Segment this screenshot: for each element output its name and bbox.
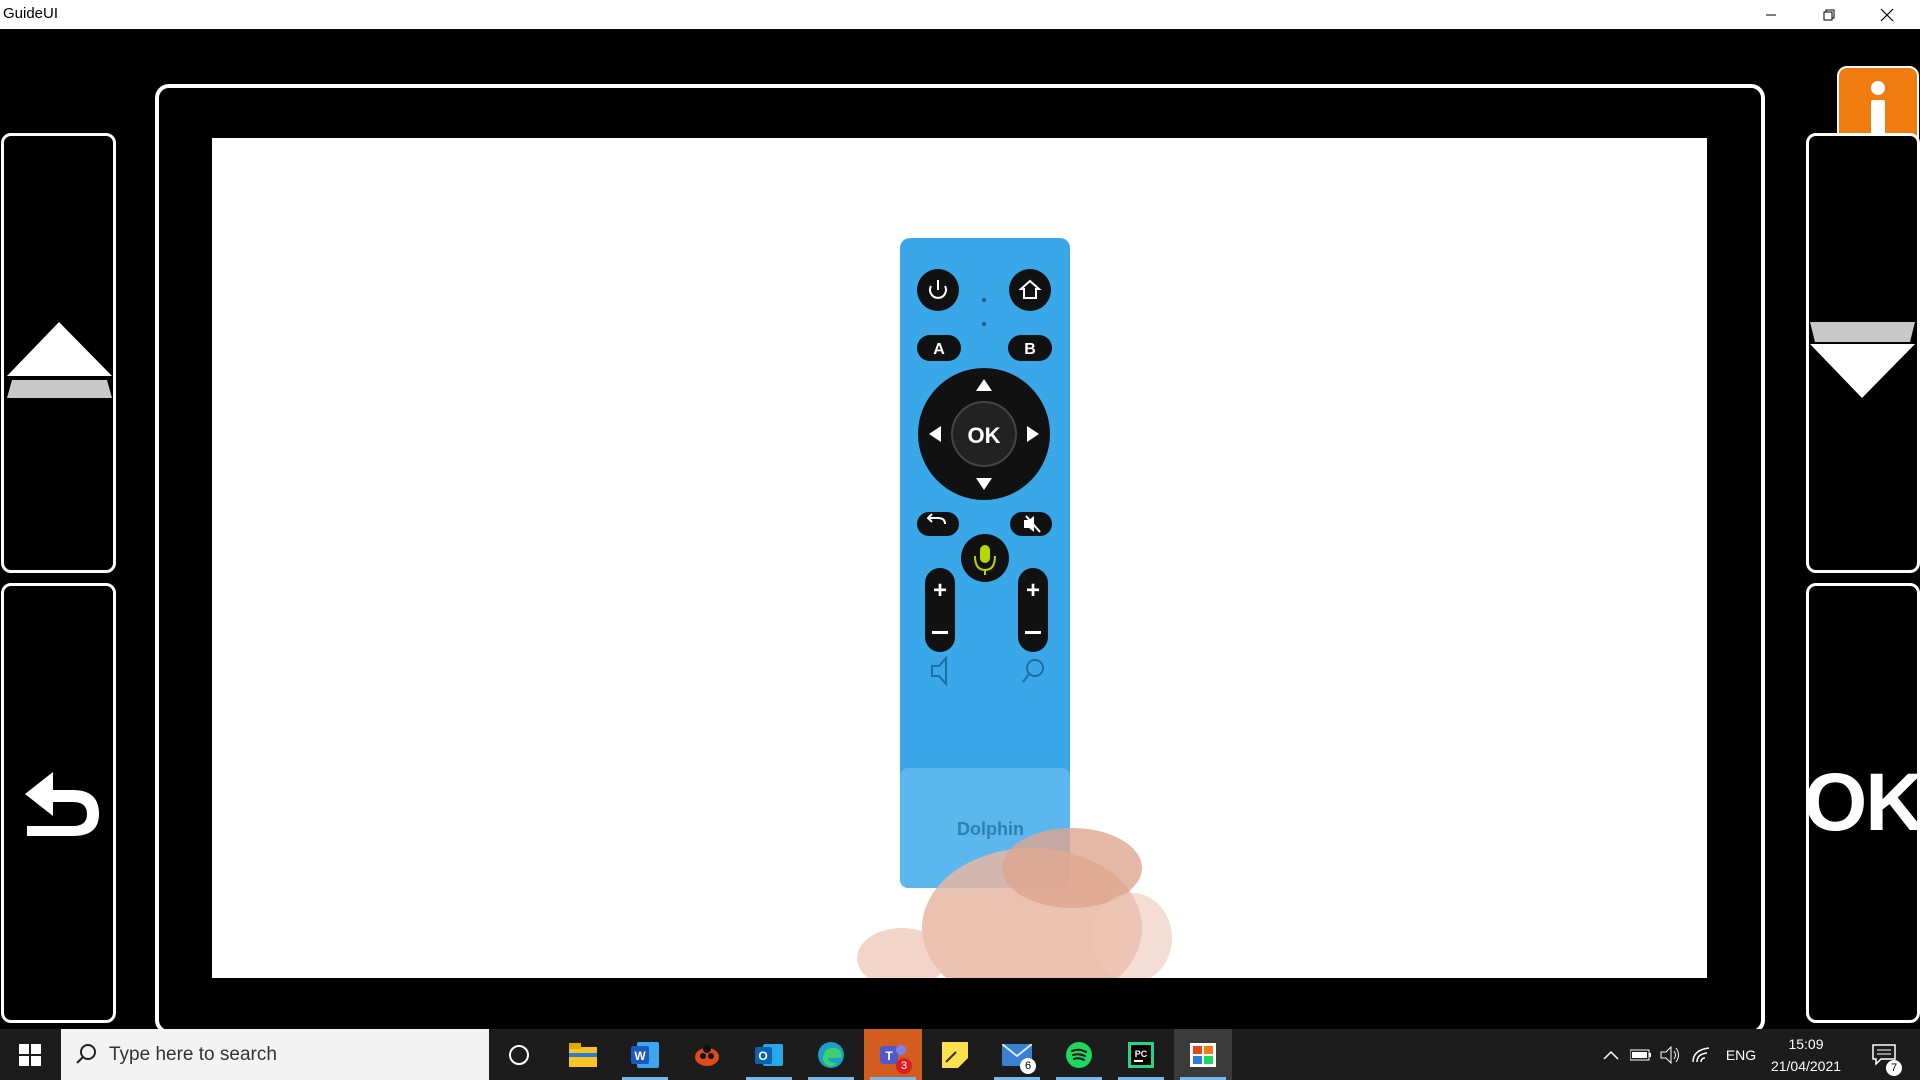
close-icon (1880, 8, 1894, 21)
edge-icon (818, 1041, 844, 1068)
minimize-button[interactable] (1742, 0, 1800, 29)
taskbar: Type here to search W O T 3 6 PC ENG 15:… (0, 1029, 1920, 1080)
window-title: GuideUI (3, 5, 59, 22)
taskbar-search-box[interactable]: Type here to search (61, 1029, 489, 1080)
input-language[interactable]: ENG (1720, 1029, 1762, 1080)
restore-icon (1823, 9, 1835, 20)
battery-icon (1630, 1049, 1651, 1060)
cortana-icon (509, 1044, 529, 1065)
svg-text:T: T (885, 1049, 893, 1063)
back-arrow-icon (25, 772, 99, 836)
clock[interactable]: 15:09 21/04/2021 (1766, 1029, 1846, 1080)
svg-text:+: + (1026, 577, 1040, 604)
title-bar: GuideUI (0, 0, 1920, 29)
taskbar-file-explorer[interactable] (554, 1029, 612, 1080)
taskbar-mail[interactable]: 6 (988, 1029, 1046, 1080)
search-placeholder: Type here to search (109, 1044, 277, 1065)
scroll-up-button[interactable] (1, 133, 116, 573)
guideui-app-icon (1190, 1042, 1216, 1067)
remote-control-image: A B OK + + Dolphin (857, 238, 1172, 978)
windows-logo-icon (19, 1043, 41, 1066)
word-icon: W (631, 1041, 659, 1068)
remote-a-label: A (933, 341, 945, 358)
cortana-button[interactable] (490, 1029, 548, 1080)
clock-time: 15:09 (1788, 1035, 1824, 1052)
app-area: A B OK + + Dolphin OK (0, 29, 1920, 1034)
clock-date: 21/04/2021 (1770, 1057, 1842, 1074)
minimize-icon (1766, 14, 1776, 15)
svg-text:O: O (758, 1049, 767, 1063)
mail-badge: 6 (1020, 1058, 1036, 1074)
battery-status[interactable] (1628, 1029, 1654, 1080)
outlook-icon: O (755, 1043, 783, 1066)
teams-badge: 3 (896, 1058, 912, 1074)
remote-ok-label: OK (968, 423, 1001, 448)
volume-control[interactable] (1658, 1029, 1684, 1080)
ladybug-app-icon (695, 1044, 719, 1066)
svg-text:+: + (933, 577, 947, 604)
arrow-up-icon (7, 322, 112, 398)
ok-button-label: OK (1803, 757, 1920, 848)
back-button[interactable] (1, 583, 116, 1023)
remote-b-label: B (1024, 341, 1036, 358)
taskbar-spotify[interactable] (1050, 1029, 1108, 1080)
remote-brand-text: Dolphin (957, 819, 1024, 839)
camera-preview: A B OK + + Dolphin (212, 138, 1707, 978)
speaker-icon (1660, 1045, 1679, 1064)
search-icon (76, 1044, 96, 1064)
ok-button[interactable]: OK (1803, 583, 1920, 1023)
taskbar-sticky-notes[interactable] (926, 1029, 984, 1080)
taskbar-word[interactable]: W (616, 1029, 674, 1080)
network-status[interactable] (1688, 1029, 1714, 1080)
chevron-up-icon (1603, 1050, 1619, 1060)
svg-text:W: W (634, 1049, 646, 1063)
start-button[interactable] (1, 1029, 59, 1080)
scroll-down-button[interactable] (1806, 133, 1920, 573)
spotify-icon (1066, 1041, 1092, 1068)
wifi-icon (1692, 1046, 1710, 1062)
file-explorer-icon (569, 1042, 597, 1067)
action-center-button[interactable]: 7 (1862, 1029, 1906, 1080)
arrow-down-icon (1810, 322, 1915, 398)
restore-button[interactable] (1800, 0, 1858, 29)
sticky-notes-icon (942, 1041, 968, 1068)
close-button[interactable] (1858, 0, 1916, 29)
svg-text:PC: PC (1135, 1049, 1148, 1059)
taskbar-outlook[interactable]: O (740, 1029, 798, 1080)
taskbar-pycharm[interactable]: PC (1112, 1029, 1170, 1080)
taskbar-guideui[interactable] (1174, 1029, 1232, 1080)
taskbar-teams[interactable]: T 3 (864, 1029, 922, 1080)
taskbar-app-ladybug[interactable] (678, 1029, 736, 1080)
notifications-badge: 7 (1886, 1060, 1902, 1076)
pycharm-icon: PC (1128, 1041, 1154, 1068)
taskbar-edge[interactable] (802, 1029, 860, 1080)
show-hidden-icons-button[interactable] (1598, 1029, 1624, 1080)
